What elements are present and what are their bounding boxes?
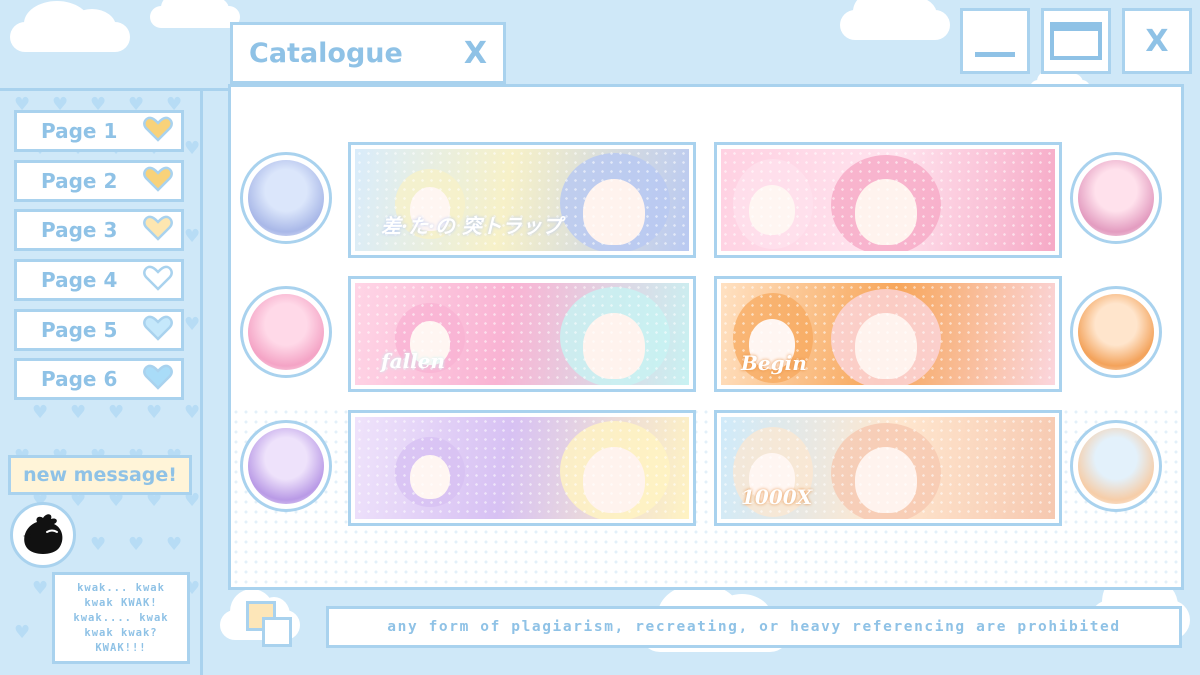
close-button[interactable]: X [1122, 8, 1192, 74]
artwork-banner[interactable]: 1000X [714, 410, 1062, 526]
avatar[interactable] [10, 502, 76, 568]
bubble-line: kwak... kwak [77, 581, 165, 594]
heart-decoration: ♥ [184, 314, 201, 335]
sidebar-item-page-4[interactable]: Page 4 [14, 259, 184, 301]
heart-decoration: ♥ [146, 402, 163, 423]
heart-icon [143, 166, 173, 197]
new-message-button[interactable]: new message! [8, 455, 192, 495]
heart-icon [143, 315, 173, 346]
artwork-icon[interactable] [240, 152, 332, 244]
cloud-decoration [10, 1, 130, 52]
heart-decoration: ♥ [184, 402, 201, 423]
bubble-line: kwak.... kwak [73, 611, 169, 624]
banner-title: 差·た·の 突トラップ [381, 214, 562, 238]
heart-decoration: ♥ [184, 226, 201, 247]
heart-decoration: ♥ [70, 402, 87, 423]
artwork-banner[interactable]: Begin [714, 276, 1062, 392]
bird-icon [23, 514, 63, 554]
bubble-line: kwak kwak? [84, 626, 158, 639]
sidebar-item-label: Page 1 [41, 119, 118, 143]
artwork-icon[interactable] [1070, 286, 1162, 378]
artwork-icon[interactable] [1070, 420, 1162, 512]
cloud-decoration [150, 0, 240, 28]
heart-decoration: ♥ [166, 534, 183, 555]
heart-icon [143, 265, 173, 296]
artwork-banner[interactable]: 差·た·の 突トラップ [348, 142, 696, 258]
heart-decoration: ♥ [90, 534, 107, 555]
bubble-line: kwak KWAK! [84, 596, 158, 609]
maximize-button[interactable] [1041, 8, 1111, 74]
sidebar-item-label: Page 6 [41, 367, 118, 391]
banner-title: 1000X [741, 485, 813, 509]
sidebar-item-label: Page 5 [41, 318, 118, 342]
artwork-icon[interactable] [1070, 152, 1162, 244]
sidebar-item-label: Page 2 [41, 169, 118, 193]
heart-decoration: ♥ [108, 402, 125, 423]
frame-line [200, 88, 203, 675]
heart-decoration: ♥ [14, 622, 31, 643]
bubble-line: KWAK!!! [95, 641, 147, 654]
cloud-decoration [840, 0, 950, 40]
window-title: Catalogue [249, 37, 403, 69]
maximize-icon [1050, 22, 1102, 60]
sidebar-item-label: Page 4 [41, 268, 118, 292]
speech-bubble: kwak... kwak kwak KWAK! kwak.... kwak kw… [52, 572, 190, 664]
sidebar-item-page-1[interactable]: Page 1 [14, 110, 184, 152]
artwork-banner[interactable] [714, 142, 1062, 258]
close-icon: X [1145, 23, 1169, 59]
frame-line [0, 88, 230, 91]
sidebar-item-page-5[interactable]: Page 5 [14, 309, 184, 351]
heart-decoration: ♥ [184, 138, 201, 159]
artwork-icon[interactable] [240, 286, 332, 378]
minimize-button[interactable] [960, 8, 1030, 74]
banner-title: Begin [741, 351, 807, 375]
sidebar-item-page-3[interactable]: Page 3 [14, 209, 184, 251]
minimize-icon [975, 51, 1015, 57]
copyright-notice: any form of plagiarism, recreating, or h… [326, 606, 1182, 648]
artwork-banner[interactable]: fallen [348, 276, 696, 392]
heart-icon [143, 215, 173, 246]
sidebar-item-page-6[interactable]: Page 6 [14, 358, 184, 400]
heart-icon [143, 116, 173, 147]
sidebar-item-label: Page 3 [41, 218, 118, 242]
window-title-tab: Catalogue X [230, 22, 506, 84]
artwork-banner[interactable] [348, 410, 696, 526]
artwork-icon[interactable] [240, 420, 332, 512]
heart-decoration: ♥ [128, 534, 145, 555]
heart-decoration: ♥ [32, 402, 49, 423]
window-squares-icon [246, 601, 296, 651]
sidebar-item-page-2[interactable]: Page 2 [14, 160, 184, 202]
tab-close-button[interactable]: X [464, 36, 487, 71]
heart-decoration: ♥ [32, 578, 49, 599]
heart-icon [143, 364, 173, 395]
banner-title: fallen [381, 349, 446, 373]
